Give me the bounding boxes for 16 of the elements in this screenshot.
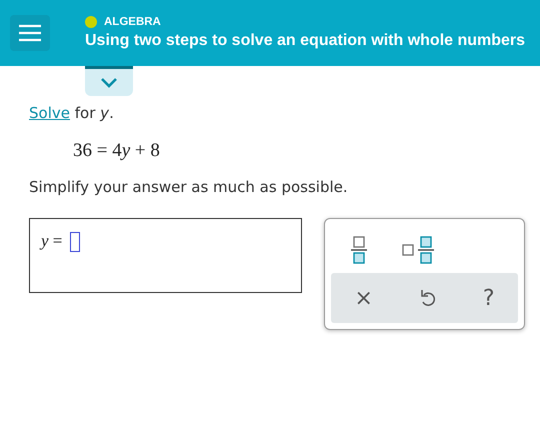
topic-label: ALGEBRA — [104, 16, 161, 28]
chevron-down-icon — [100, 78, 118, 88]
answer-box[interactable]: y = — [29, 218, 302, 293]
keypad-button[interactable]: × — [350, 286, 377, 310]
mixed-fraction-key[interactable] — [401, 235, 437, 265]
solve-link[interactable]: Solve — [29, 104, 70, 122]
answer-label: y = — [41, 231, 62, 251]
fraction-key[interactable] — [349, 235, 369, 265]
instruction-text: Simplify your answer as much as possible. — [29, 178, 349, 196]
expand-button[interactable] — [85, 66, 133, 96]
prompt-text: for y. — [74, 104, 114, 122]
lesson-title: Using two steps to solve an equation with whole numbers — [85, 32, 526, 50]
equation: 36 = 4y + 8 — [73, 140, 161, 162]
keypad-button[interactable]: ? — [478, 286, 498, 310]
input-cursor — [70, 232, 80, 252]
menu-icon[interactable] — [10, 15, 50, 51]
